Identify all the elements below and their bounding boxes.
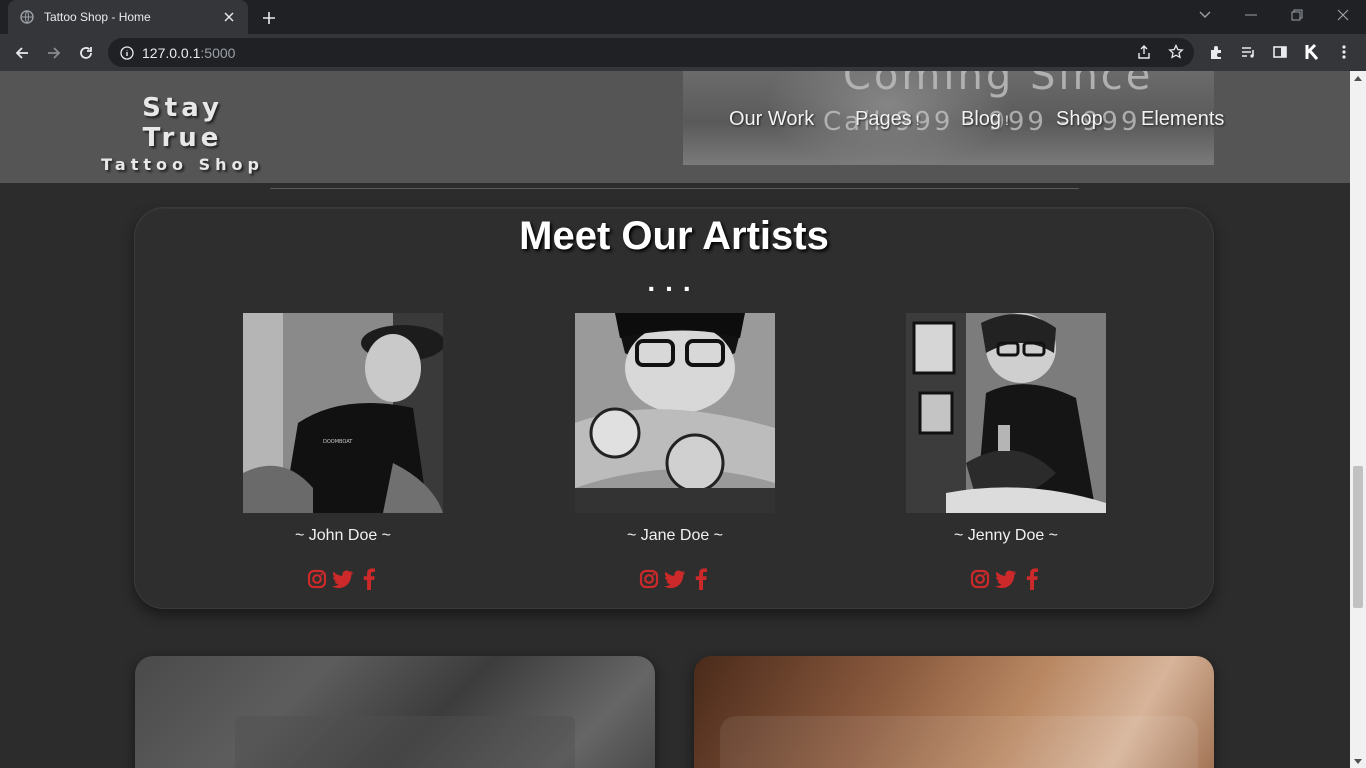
brand-logo[interactable]: Stay True Tattoo Shop (100, 93, 265, 174)
artist-portrait (906, 313, 1106, 513)
brand-subtitle: Tattoo Shop (101, 155, 264, 174)
nav-blog[interactable]: Blog! (961, 108, 1009, 131)
browser-tabbar: Tattoo Shop - Home (0, 0, 1366, 34)
artist-card: ~ Jane Doe ~ (575, 313, 775, 590)
scroll-up-arrow-icon[interactable] (1350, 71, 1366, 85)
scroll-thumb[interactable] (1353, 466, 1363, 608)
bookmark-star-icon[interactable] (1165, 41, 1187, 63)
svg-text:DOOMBOAT: DOOMBOAT (323, 439, 353, 445)
dropdown-caret-icon: ! (915, 112, 920, 128)
artist-name: ~ Jane Doe ~ (626, 527, 724, 544)
twitter-icon[interactable] (995, 567, 1017, 591)
nav-elements[interactable]: Elements (1141, 108, 1224, 131)
browser-toolbar: 127.0.0.1:5000 (0, 34, 1366, 71)
profile-k-icon[interactable] (1301, 41, 1323, 63)
dropdown-caret-icon: ! (1005, 112, 1009, 128)
close-tab-icon[interactable] (222, 10, 236, 24)
globe-icon (20, 10, 34, 24)
site-header: Stay True Tattoo Shop Coming Since Call … (0, 71, 1350, 183)
page-scrollbar[interactable] (1350, 71, 1366, 768)
twitter-icon[interactable] (332, 567, 354, 591)
facebook-icon[interactable] (358, 567, 380, 591)
artist-card: ~ Jenny Doe ~ (906, 313, 1106, 590)
artist-name: ~ John Doe ~ (294, 527, 392, 544)
artist-portrait: DOOMBOAT (243, 313, 443, 513)
minimize-button[interactable] (1228, 0, 1274, 30)
feature-card-portrait-image[interactable] (694, 656, 1214, 768)
artist-socials (243, 567, 443, 591)
feature-card-overlay (720, 716, 1198, 768)
url-host: 127.0.0.1 (142, 44, 201, 61)
artist-portrait (575, 313, 775, 513)
page-viewport: Stay True Tattoo Shop Coming Since Call … (0, 71, 1350, 768)
twitter-icon[interactable] (664, 567, 686, 591)
new-tab-button[interactable] (258, 7, 280, 29)
forward-button[interactable] (41, 40, 67, 66)
back-button[interactable] (9, 40, 35, 66)
section-title: Meet Our Artists (519, 214, 829, 258)
facebook-icon[interactable] (1021, 567, 1043, 591)
title-ornament-dots: ... (647, 266, 701, 297)
extensions-icon[interactable] (1205, 41, 1227, 63)
browser-tab[interactable]: Tattoo Shop - Home (8, 0, 248, 34)
info-icon[interactable] (120, 45, 134, 60)
address-bar[interactable]: 127.0.0.1:5000 (108, 38, 1194, 67)
scroll-down-arrow-icon[interactable] (1350, 754, 1366, 768)
nav-pages[interactable]: Pages! (855, 108, 920, 131)
instagram-icon[interactable] (638, 567, 660, 591)
tab-title: Tattoo Shop - Home (44, 10, 151, 24)
brand-title: Stay True (142, 93, 223, 153)
artist-card: DOOMBOAT ~ John Doe ~ (243, 313, 443, 590)
artist-socials (575, 567, 775, 591)
feature-card-overlay (235, 716, 575, 768)
instagram-icon[interactable] (306, 567, 328, 591)
kebab-menu-icon[interactable] (1333, 41, 1355, 63)
nav-our-work[interactable]: Our Work (729, 108, 814, 131)
instagram-icon[interactable] (969, 567, 991, 591)
tab-search-icon[interactable] (1182, 0, 1228, 30)
hero-text-top: Coming Since (843, 71, 1154, 99)
facebook-icon[interactable] (690, 567, 712, 591)
nav-shop[interactable]: Shop (1056, 108, 1103, 131)
section-divider (270, 188, 1079, 189)
reload-button[interactable] (73, 40, 99, 66)
url-port: :5000 (200, 44, 236, 61)
share-icon[interactable] (1133, 41, 1155, 63)
side-panel-icon[interactable] (1269, 41, 1291, 63)
artist-socials (906, 567, 1106, 591)
artists-section: Meet Our Artists ... DOOMBOAT ~ John Doe… (134, 207, 1214, 609)
media-control-icon[interactable] (1237, 41, 1259, 63)
feature-card-tattoo-image[interactable] (135, 656, 655, 768)
close-window-button[interactable] (1320, 0, 1366, 30)
artist-name: ~ Jenny Doe ~ (953, 527, 1059, 544)
restore-button[interactable] (1274, 0, 1320, 30)
